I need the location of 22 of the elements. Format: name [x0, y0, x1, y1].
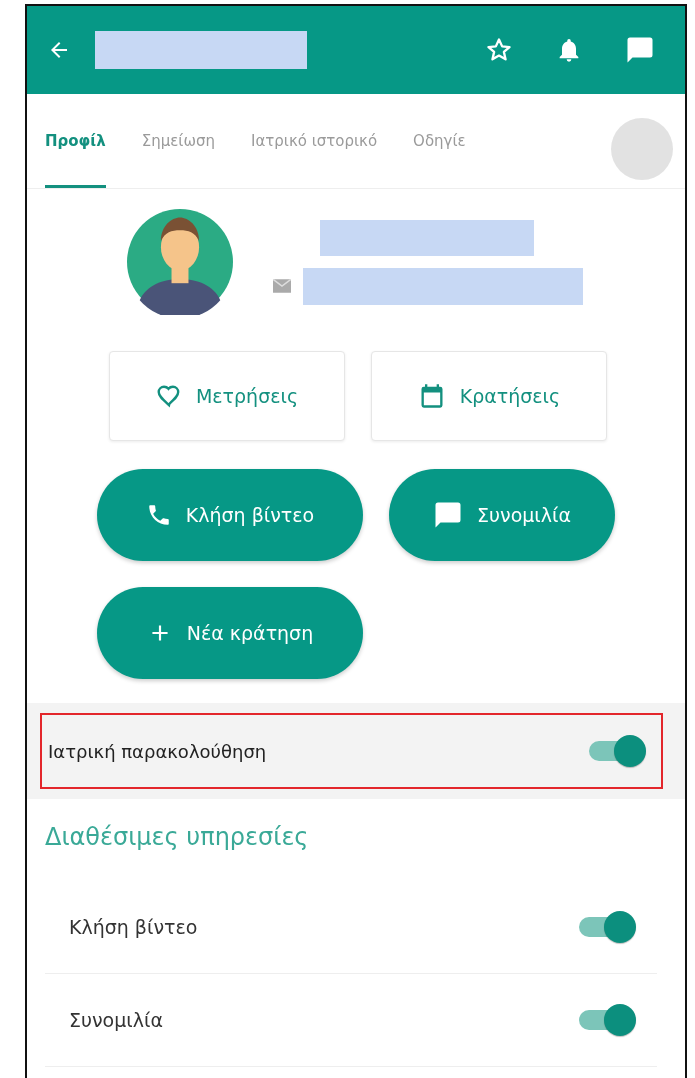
toggle-switch[interactable] [577, 910, 637, 944]
shortcut-button[interactable]: Μετρήσεις [109, 351, 345, 441]
action-button[interactable]: Συνομιλία [389, 469, 615, 561]
service-label: Κλήση βίντεο [69, 916, 198, 938]
tab[interactable]: Ιατρικό ιστορικό [250, 94, 378, 188]
service-label: Συνομιλία [69, 1009, 163, 1031]
toggle-switch[interactable] [587, 734, 647, 768]
chat-icon[interactable] [625, 35, 655, 65]
avatar-icon [127, 209, 233, 315]
shortcut-button[interactable]: Κρατήσεις [371, 351, 607, 441]
star-icon[interactable] [485, 36, 513, 64]
tab[interactable]: Σημείωση [141, 94, 215, 188]
action-button[interactable]: Νέα κράτηση [97, 587, 363, 679]
tab[interactable]: Οδηγίε [413, 94, 466, 188]
mail-icon [273, 279, 291, 293]
section-title: Διαθέσιμες υπηρεσίες [45, 822, 310, 853]
chat-icon [433, 500, 463, 530]
toggle-switch[interactable] [577, 1003, 637, 1037]
heart-icon [155, 383, 182, 409]
tab[interactable]: Προφίλ [45, 94, 106, 188]
action-button[interactable]: Κλήση βίντεο [97, 469, 363, 561]
monitoring-label: Ιατρική παρακολούθηση [48, 740, 267, 762]
